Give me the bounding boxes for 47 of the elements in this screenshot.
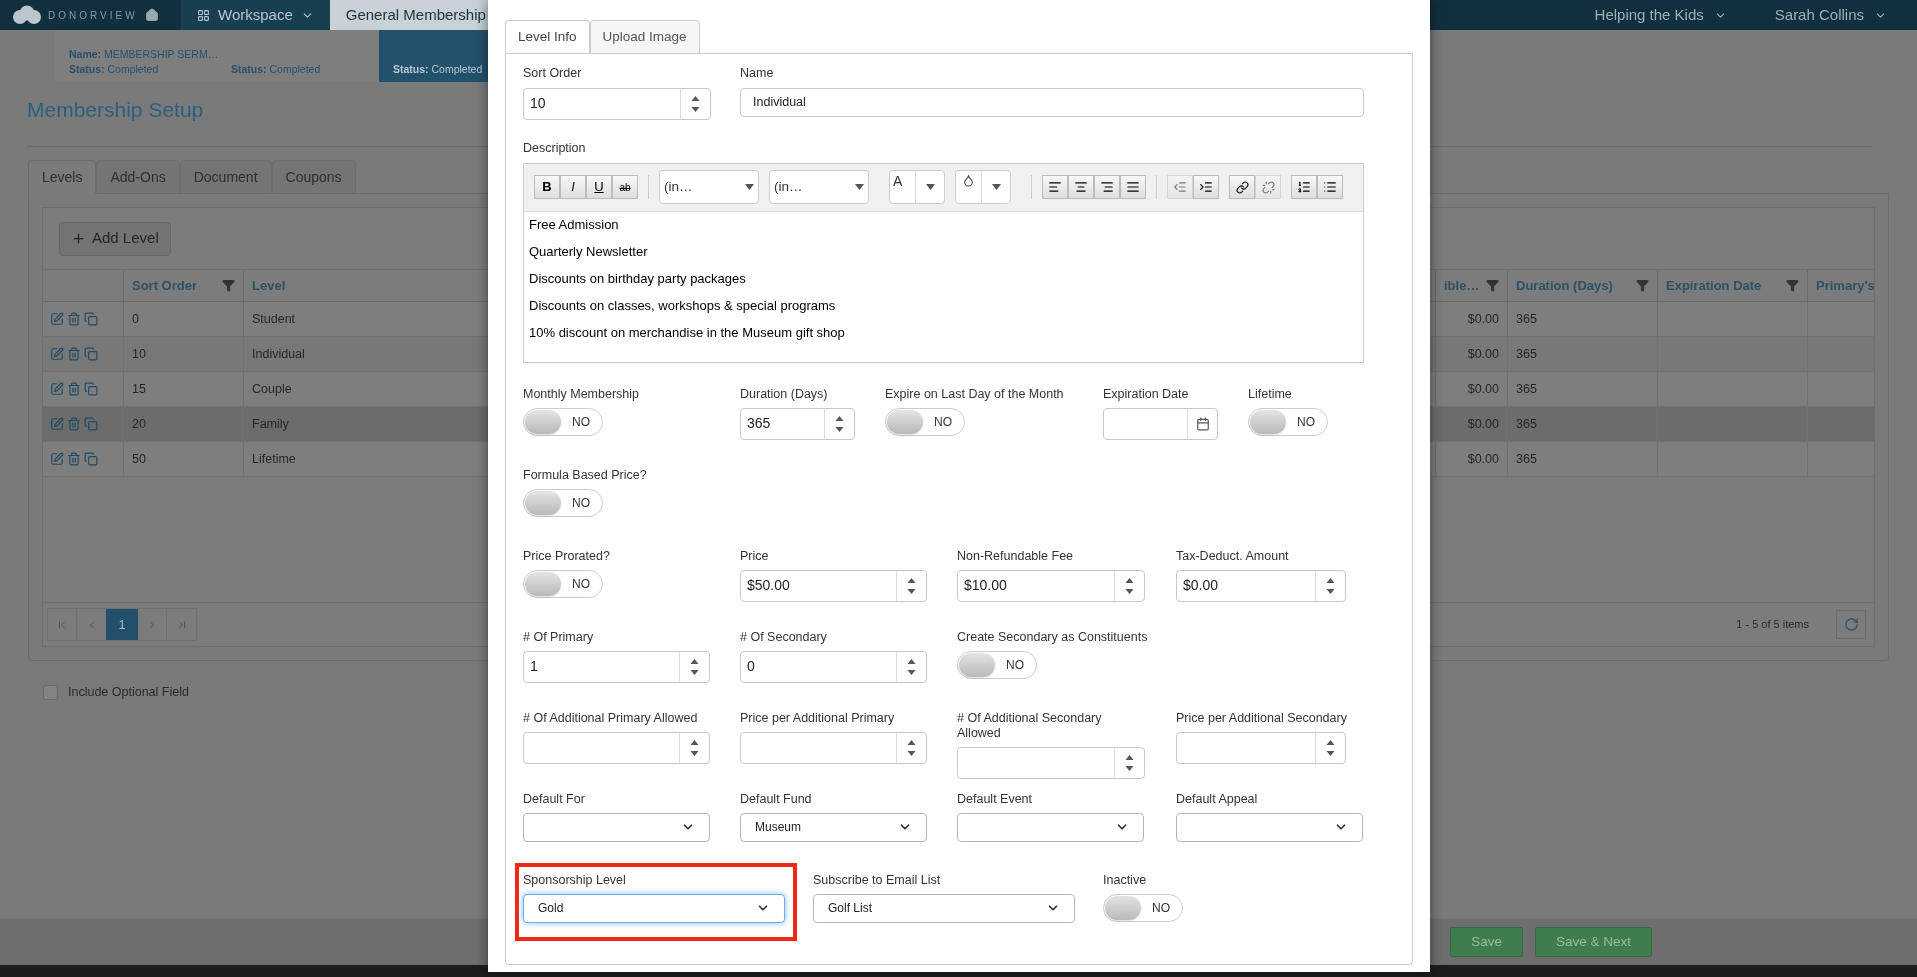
field-label: Price Prorated? xyxy=(523,548,611,564)
field-label: Expire on Last Day of the Month xyxy=(885,386,1065,402)
field-label: Subscribe to Email List xyxy=(813,872,942,888)
table-cell: 365 xyxy=(1508,337,1658,371)
field-label: Inactive xyxy=(1103,872,1148,888)
table-cell: 10 xyxy=(124,337,244,371)
field-label: Default For xyxy=(523,791,586,807)
field-label: # Of Secondary xyxy=(740,629,828,645)
field-label: # Of Primary xyxy=(523,629,595,645)
page-title: Membership Setup xyxy=(27,97,204,123)
description-line: Quarterly Newsletter xyxy=(529,242,648,261)
field-label: Price per Additional Primary xyxy=(740,710,896,726)
table-cell: 0 xyxy=(124,302,244,336)
field-label: Default Appeal xyxy=(1176,791,1259,807)
table-cell: $0.00 xyxy=(1436,372,1508,406)
table-cell: 15 xyxy=(124,372,244,406)
field-label: Monthly Membership xyxy=(523,386,640,402)
table-cell: 365 xyxy=(1508,442,1658,476)
table-cell: $0.00 xyxy=(1436,302,1508,336)
field-label: Non-Refundable Fee xyxy=(957,548,1075,564)
field-label: Price per Additional Secondary xyxy=(1176,710,1348,726)
description-line: Discounts on birthday party packages xyxy=(529,269,746,288)
description-line: Free Admission xyxy=(529,215,619,234)
field-label: Sponsorship Level xyxy=(523,872,627,888)
field-label: Price xyxy=(740,548,770,564)
field-label: Create Secondary as Constituents xyxy=(957,629,1149,645)
table-cell: 20 xyxy=(124,407,244,441)
field-label: Expiration Date xyxy=(1103,386,1190,402)
field-label: Duration (Days) xyxy=(740,386,829,402)
table-cell: 365 xyxy=(1508,302,1658,336)
table-cell: 365 xyxy=(1508,407,1658,441)
field-label: Tax-Deduct. Amount xyxy=(1176,548,1290,564)
pager-info: 1 - 5 of 5 items xyxy=(1736,617,1809,633)
table-cell: $0.00 xyxy=(1436,407,1508,441)
field-label: # Of Additional Primary Allowed xyxy=(523,710,699,726)
table-cell: $0.00 xyxy=(1436,337,1508,371)
field-label: Default Event xyxy=(957,791,1034,807)
table-cell: 50 xyxy=(124,442,244,476)
field-label: # Of Additional Secondary Allowed xyxy=(957,710,1103,741)
table-cell: 365 xyxy=(1508,372,1658,406)
table-cell: $0.00 xyxy=(1436,442,1508,476)
field-label: Description xyxy=(523,139,587,157)
checkbox-label: Include Optional Field xyxy=(68,684,189,701)
field-label: Name xyxy=(740,65,775,82)
field-label: Lifetime xyxy=(1248,386,1293,402)
field-label: Default Fund xyxy=(740,791,813,807)
brand-name: DONORVIEW xyxy=(48,8,138,23)
